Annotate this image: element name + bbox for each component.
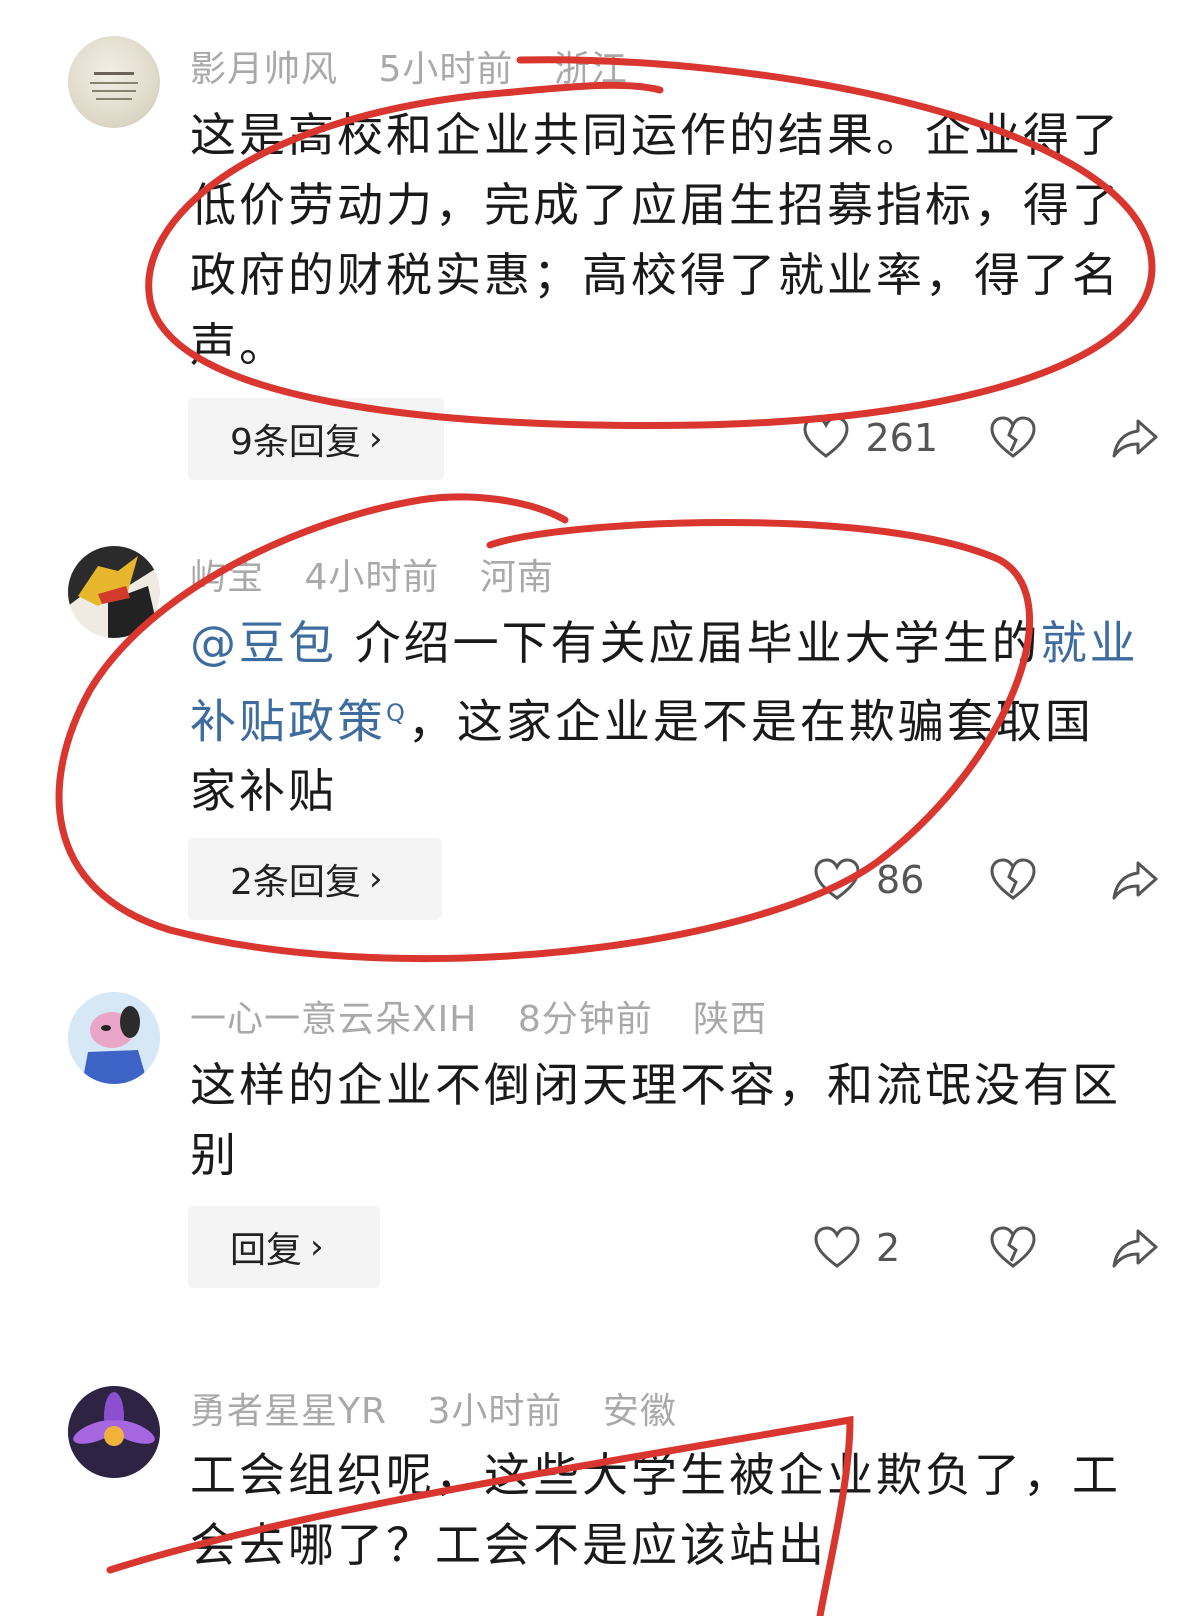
reply-button[interactable]: 2条回复 › — [188, 838, 442, 920]
broken-heart-icon[interactable] — [988, 413, 1038, 463]
reply-label: 9条回复 — [230, 422, 361, 463]
like-count: 261 — [865, 416, 938, 460]
broken-heart-icon[interactable] — [988, 855, 1038, 905]
username[interactable]: 屿宝 — [190, 557, 264, 598]
comment-time: 4小时前 — [304, 557, 440, 598]
comment-location: 安徽 — [602, 1391, 677, 1432]
comment-time: 8分钟前 — [517, 999, 653, 1040]
avatar-purple-flower-icon — [68, 1386, 160, 1478]
username[interactable]: 影月帅风 — [190, 49, 338, 90]
avatar[interactable] — [68, 992, 160, 1084]
comment-item: 勇者星星YR 3小时前 安徽 工会组织呢，这些大学生被企业欺负了，工会去哪了？工… — [0, 1380, 1200, 1616]
comment-meta: 勇者星星YR 3小时前 安徽 — [190, 1382, 705, 1434]
heart-icon — [814, 1226, 860, 1268]
heart-icon — [803, 416, 849, 458]
share-arrow-icon[interactable] — [1110, 1223, 1160, 1273]
search-icon: Q — [386, 699, 408, 727]
comment-actions: 2 — [768, 1218, 1160, 1278]
username[interactable]: 一心一意云朵XIH — [190, 999, 477, 1040]
avatar[interactable] — [68, 1386, 160, 1478]
comment-actions: 261 — [768, 408, 1160, 468]
comment-meta: 影月帅风 5小时前 浙江 — [190, 40, 656, 92]
comment-location: 浙江 — [553, 49, 628, 90]
mention-link[interactable]: @豆包 — [190, 616, 337, 670]
avatar-calligraphy-icon — [90, 72, 138, 100]
share-arrow-icon[interactable] — [1110, 855, 1160, 905]
share-arrow-icon[interactable] — [1110, 413, 1160, 463]
comment-item: 影月帅风 5小时前 浙江 这是高校和企业共同运作的结果。企业得了低价劳动力，完成… — [0, 0, 1200, 500]
comment-time: 3小时前 — [427, 1391, 563, 1432]
username[interactable]: 勇者星星YR — [190, 1391, 387, 1432]
reply-button[interactable]: 回复 › — [188, 1206, 380, 1288]
comment-text: 工会组织呢，这些大学生被企业欺负了，工会去哪了？工会不是应该站出 — [190, 1448, 1121, 1572]
chevron-right-icon: › — [368, 859, 383, 899]
like-count: 86 — [876, 858, 925, 902]
comment-item: 屿宝 4小时前 河南 @豆包 介绍一下有关应届毕业大学生的就业补贴政策Q，这家企… — [0, 500, 1200, 950]
avatar-portrait-icon — [68, 546, 160, 638]
comment-text: @豆包 介绍一下有关应届毕业大学生的就业补贴政策Q，这家企业是不是在欺骗套取国家… — [190, 608, 1140, 826]
like-count: 2 — [876, 1226, 901, 1270]
comment-meta: 屿宝 4小时前 河南 — [190, 548, 582, 600]
comment-location: 河南 — [479, 557, 554, 598]
chevron-right-icon: › — [310, 1227, 324, 1267]
reply-label: 2条回复 — [230, 862, 361, 903]
reply-label: 回复 — [230, 1230, 303, 1271]
comment-actions: 86 — [768, 850, 1160, 910]
comment-time: 5小时前 — [378, 49, 514, 90]
comment-meta: 一心一意云朵XIH 8分钟前 陕西 — [190, 990, 795, 1042]
like-button[interactable]: 261 — [768, 413, 938, 463]
comment-text: 这是高校和企业共同运作的结果。企业得了低价劳动力，完成了应届生招募指标，得了政府… — [190, 108, 1121, 372]
comment-location: 陕西 — [693, 999, 768, 1040]
comment-text-part: 介绍一下有关应届毕业大学生的 — [337, 616, 1041, 670]
avatar[interactable] — [68, 546, 160, 638]
broken-heart-icon[interactable] — [988, 1223, 1038, 1273]
avatar[interactable] — [68, 36, 160, 128]
comment-item: 一心一意云朵XIH 8分钟前 陕西 这样的企业不倒闭天理不容，和流氓没有区别 回… — [0, 980, 1200, 1320]
like-button[interactable]: 2 — [768, 1223, 938, 1273]
avatar-cartoon-dog-icon — [68, 992, 160, 1084]
heart-icon — [814, 858, 860, 900]
chevron-right-icon: › — [368, 419, 383, 459]
reply-button[interactable]: 9条回复 › — [188, 398, 444, 480]
like-button[interactable]: 86 — [768, 855, 938, 905]
comment-text: 这样的企业不倒闭天理不容，和流氓没有区别 — [190, 1058, 1121, 1182]
